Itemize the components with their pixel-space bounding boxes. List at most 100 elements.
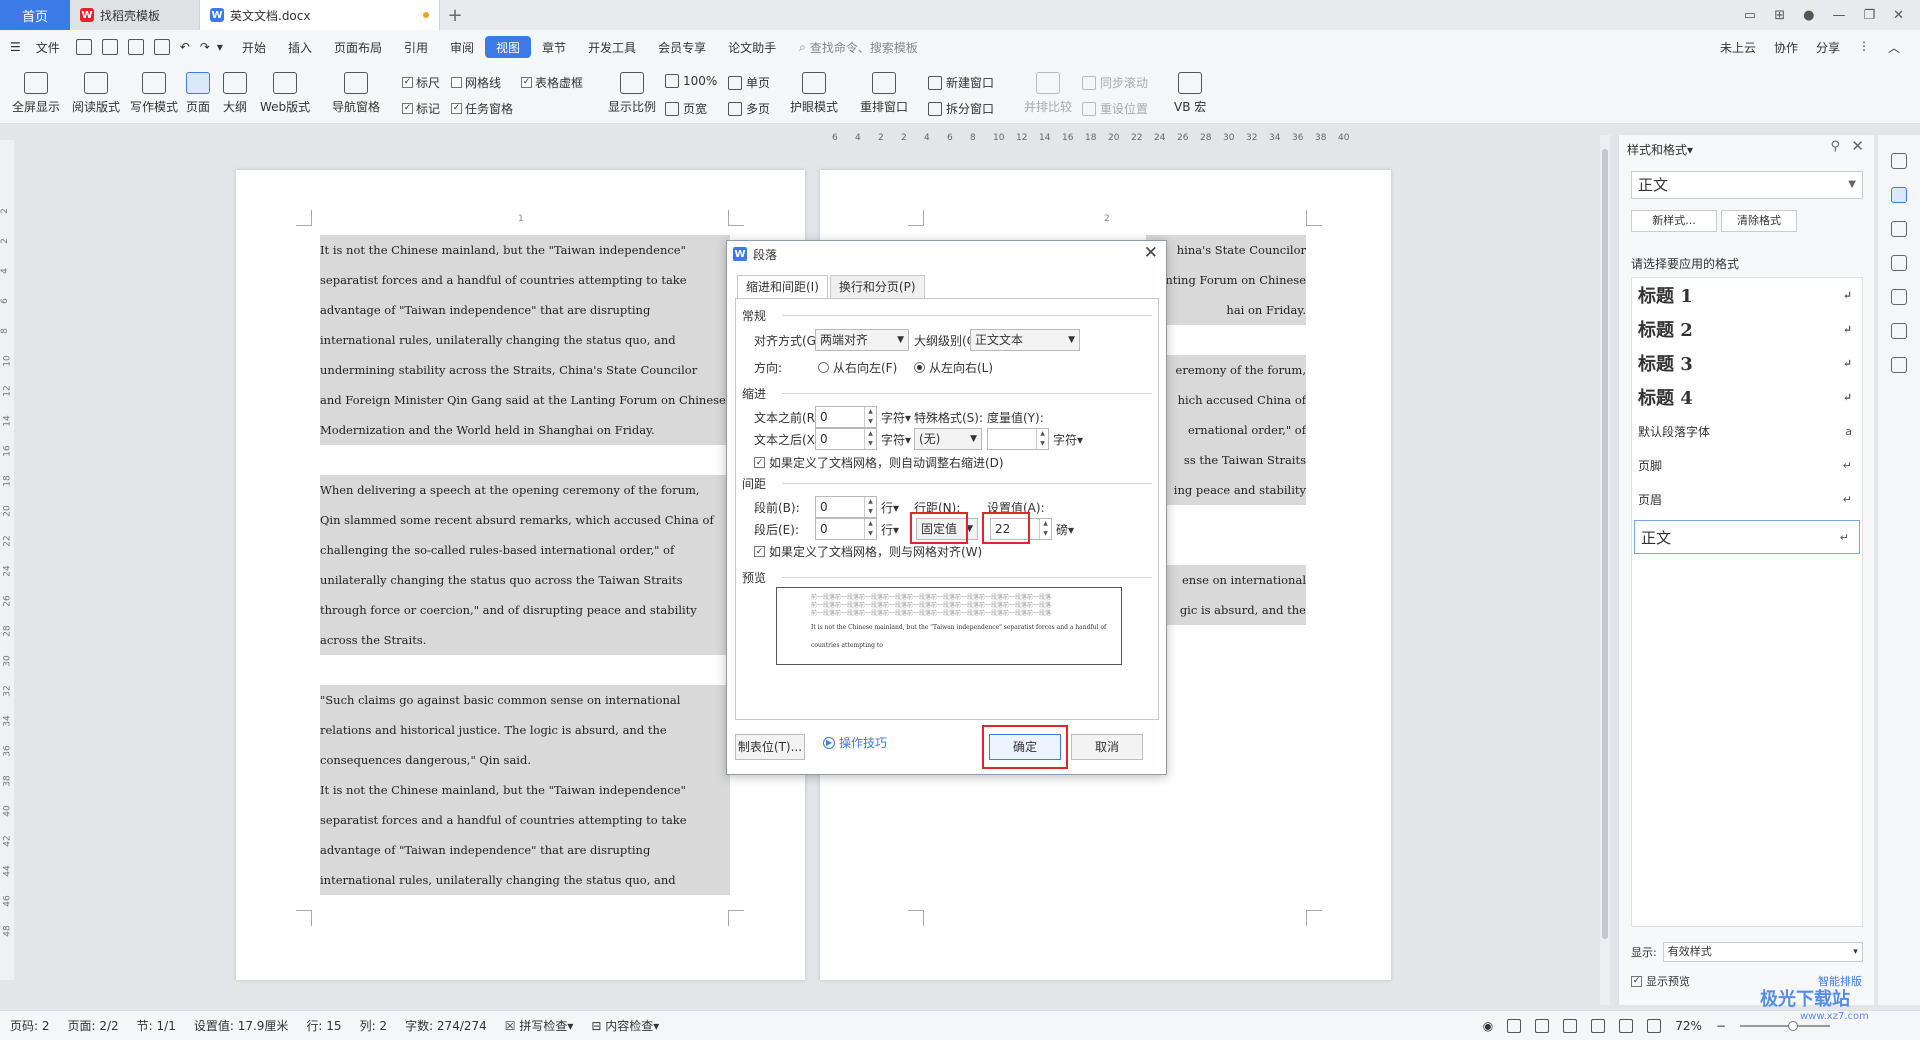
tab-template[interactable]: W 找稻壳模板	[70, 0, 200, 30]
zoom-out-icon[interactable]: −	[1716, 1019, 1726, 1033]
style-item[interactable]: 标题 4 ↵	[1632, 380, 1862, 414]
text-line[interactable]	[1146, 505, 1306, 535]
undo-icon[interactable]: ↶	[180, 40, 190, 54]
more-icon[interactable]: ⋮	[1858, 39, 1870, 56]
text-line[interactable]: eremony of the forum,	[1146, 355, 1306, 385]
web-layout-button[interactable]: Web版式	[260, 72, 310, 115]
text-line[interactable]: relations and historical justice. The lo…	[320, 715, 730, 745]
grid-apps-icon[interactable]: ⊞	[1774, 8, 1785, 23]
text-line[interactable]: advantage of "Taiwan independence" that …	[320, 835, 730, 865]
ruler-checkbox[interactable]: ✓ 标尺	[402, 74, 440, 91]
print-preview-icon[interactable]	[153, 39, 170, 55]
text-line[interactable]: ss the Taiwan Straits	[1146, 445, 1306, 475]
dialog-title-bar[interactable]: W 段落	[727, 241, 1166, 267]
avatar[interactable]: ●	[1803, 8, 1814, 23]
spinner-icon[interactable]: ▲ ▼	[864, 519, 876, 539]
text-line[interactable]: international rules, unilaterally changi…	[320, 325, 730, 355]
menu-home[interactable]: 开始	[231, 36, 277, 58]
menu-references[interactable]: 引用	[393, 36, 439, 58]
select-cursor-icon[interactable]	[1891, 221, 1907, 237]
collaborate-button[interactable]: 协作	[1774, 39, 1798, 56]
side-by-side-button[interactable]: 并排比较	[1024, 72, 1072, 115]
fullscreen-button[interactable]: 全屏显示	[12, 72, 60, 115]
after-text-input[interactable]: 0 ▲ ▼	[815, 428, 877, 450]
tab-document[interactable]: W 英文文档.docx	[200, 0, 440, 30]
alignment-select[interactable]: 两端对齐 ▼	[815, 329, 909, 351]
text-line[interactable]: Qin slammed some recent absurd remarks, …	[320, 505, 730, 535]
print-icon[interactable]	[127, 39, 144, 55]
text-line[interactable]	[320, 445, 730, 475]
magic-icon[interactable]	[1891, 153, 1907, 169]
menu-review[interactable]: 审阅	[439, 36, 485, 58]
text-line[interactable]: nting Forum on Chinese	[1146, 265, 1306, 295]
text-line[interactable]: ing peace and stability	[1146, 475, 1306, 505]
text-line[interactable]: unilaterally changing the status quo acr…	[320, 565, 730, 595]
layout-icon[interactable]: ▭	[1744, 8, 1756, 23]
style-item[interactable]: 标题 1 ↵	[1632, 278, 1862, 312]
auto-indent-checkbox[interactable]: ✓ 如果定义了文档网格，则自动调整右缩进(D)	[754, 454, 1004, 471]
single-page-button[interactable]: 单页	[728, 74, 770, 91]
eye-protection-button[interactable]: 护眼模式	[790, 72, 838, 115]
text-line[interactable]: undermining stability across the Straits…	[320, 355, 730, 385]
rearrange-windows-button[interactable]: 重排窗口	[860, 72, 908, 115]
markup-checkbox[interactable]: ✓ 标记	[402, 100, 440, 117]
restore-icon[interactable]: ❐	[1863, 8, 1875, 23]
menu-developer[interactable]: 开发工具	[577, 36, 647, 58]
pin-icon[interactable]: ⚲	[1830, 139, 1840, 154]
gridlines-checkbox[interactable]: 网格线	[451, 74, 501, 91]
task-pane-checkbox[interactable]: ✓ 任务窗格	[451, 100, 513, 117]
page-layout-button[interactable]: 页面	[186, 72, 210, 115]
spinner-icon[interactable]: ▲ ▼	[1036, 429, 1048, 449]
status-page[interactable]: 页码: 2	[10, 1017, 50, 1034]
status-row[interactable]: 行: 15	[306, 1017, 341, 1034]
text-line[interactable]: It is not the Chinese mainland, but the …	[320, 235, 730, 265]
space-after-unit[interactable]: 行▾	[881, 521, 899, 538]
save-icon[interactable]	[75, 39, 92, 55]
status-setval[interactable]: 设置值: 17.9厘米	[194, 1017, 289, 1034]
menu-insert[interactable]: 插入	[277, 36, 323, 58]
text-line[interactable]: Modernization and the World held in Shan…	[320, 415, 730, 445]
text-line[interactable]: hai on Friday.	[1146, 295, 1306, 325]
text-line[interactable]	[1146, 535, 1306, 565]
hamburger-icon[interactable]: ☰	[10, 40, 21, 54]
text-line[interactable]: consequences dangerous," Qin said.	[320, 745, 730, 775]
show-filter-select[interactable]: 有效样式 ▾	[1662, 942, 1863, 962]
nav-pane-button[interactable]: 导航窗格	[332, 72, 380, 115]
text-line[interactable]: and Foreign Minister Qin Gang said at th…	[320, 385, 730, 415]
vertical-ruler[interactable]: 2 2 4 6 8 10 12 14 16 18 20 22 24 26 28 30 32 34 36 38 40 42 4…	[0, 140, 14, 980]
space-before-unit[interactable]: 行▾	[881, 499, 899, 516]
zoom-slider-knob[interactable]	[1788, 1020, 1798, 1031]
text-line[interactable]: across the Straits.	[320, 625, 730, 655]
close-pane-icon[interactable]: ✕	[1851, 137, 1864, 155]
eye-icon[interactable]: ◉	[1483, 1019, 1493, 1033]
before-text-input[interactable]: 0 ▲ ▼	[815, 406, 877, 428]
scrollbar-thumb[interactable]	[1602, 149, 1608, 939]
compass-icon[interactable]	[1891, 323, 1907, 339]
after-text-unit[interactable]: 字符▾	[881, 431, 911, 448]
fit-page-icon[interactable]	[1647, 1018, 1662, 1033]
style-item[interactable]: 正文 ↵	[1634, 520, 1860, 554]
split-window-button[interactable]: 拆分窗口	[928, 100, 994, 117]
current-style-select[interactable]: 正文 ▼	[1631, 171, 1863, 199]
content-check-button[interactable]: ⊟ 内容检查▾	[591, 1017, 659, 1034]
minimize-icon[interactable]: —	[1832, 8, 1845, 23]
style-item[interactable]: 页眉 ↵	[1632, 482, 1862, 516]
text-line[interactable]: ernational order," of	[1146, 415, 1306, 445]
style-item[interactable]: 默认段落字体 a	[1632, 414, 1862, 448]
cancel-button[interactable]: 取消	[1071, 734, 1143, 760]
close-dialog-icon[interactable]: ✕	[1144, 243, 1158, 263]
style-item[interactable]: 标题 3 ↵	[1632, 346, 1862, 380]
clear-format-button[interactable]: 清除格式	[1721, 210, 1797, 232]
measure-input[interactable]: ▲ ▼	[987, 428, 1049, 450]
outline-view-icon[interactable]	[1535, 1018, 1550, 1033]
text-line[interactable]: separatist forces and a handful of count…	[320, 265, 730, 295]
text-line[interactable]: hich accused China of	[1146, 385, 1306, 415]
add-tab-icon[interactable]: +	[440, 5, 470, 26]
menu-paper[interactable]: 论文助手	[717, 36, 787, 58]
menu-view[interactable]: 视图	[485, 36, 532, 58]
reset-position-button[interactable]: 重设位置	[1082, 100, 1148, 117]
zoom-button[interactable]: 显示比例	[608, 72, 656, 115]
picture-icon[interactable]	[1891, 289, 1907, 305]
page-view-icon[interactable]	[1507, 1018, 1522, 1033]
book-open-icon[interactable]	[1891, 357, 1907, 373]
